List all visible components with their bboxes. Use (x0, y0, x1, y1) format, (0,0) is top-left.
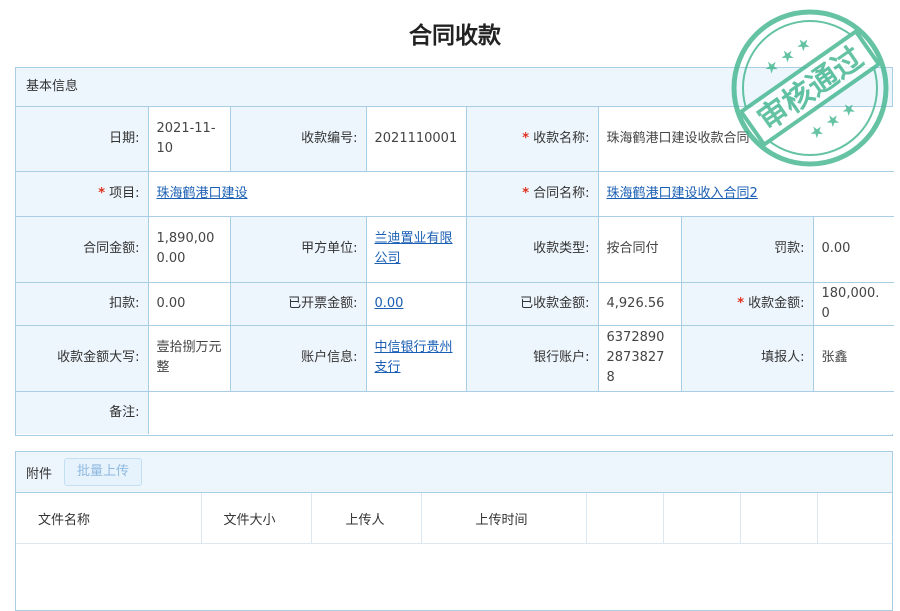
name-label-text: 收款名称: (533, 130, 590, 146)
column-empty (817, 493, 892, 544)
name-value: 珠海鹤港口建设收款合同 (597, 107, 894, 172)
date-label: 日期: (16, 107, 149, 172)
party-a-link[interactable]: 兰迪置业有限公司 (375, 231, 453, 266)
page-title: 合同收款 (409, 23, 501, 49)
received-label: 已收款金额: (465, 281, 599, 326)
collect-value: 180,000.0 (812, 281, 894, 326)
column-empty (663, 493, 741, 544)
contract-label-text: 合同名称: (533, 185, 590, 201)
column-upload-time[interactable]: 上传时间 (421, 493, 587, 544)
party-a-label: 甲方单位: (229, 215, 367, 283)
column-empty (740, 493, 818, 544)
column-uploader[interactable]: 上传人 (311, 493, 422, 544)
batch-upload-button[interactable]: 批量上传 (64, 458, 143, 486)
account-link[interactable]: 中信银行贵州支行 (375, 340, 453, 375)
invoiced-value: 0.00 (365, 281, 467, 326)
required-mark: * (522, 130, 530, 146)
remark-value (147, 390, 894, 434)
date-value: 2021-11-10 (147, 107, 231, 172)
code-value: 2021110001 (365, 107, 467, 172)
basic-info-panel: 基本信息 日期: 2021-11-10 收款编号: 2021110001 * 收款… (15, 67, 894, 436)
code-label: 收款编号: (229, 107, 367, 172)
project-link[interactable]: 珠海鹤港口建设 (157, 186, 248, 201)
received-value: 4,926.56 (597, 281, 682, 326)
bank-label: 银行账户: (465, 324, 599, 392)
upper-label: 收款金额大写: (16, 324, 149, 392)
project-label-text: 项目: (109, 185, 140, 201)
contract-value: 珠海鹤港口建设收入合同2 (597, 170, 894, 217)
contract-label: * 合同名称: (465, 170, 599, 217)
remark-label: 备注: (16, 390, 149, 434)
deduct-value: 0.00 (147, 281, 231, 326)
project-value: 珠海鹤港口建设 (147, 170, 467, 217)
column-file-name[interactable]: 文件名称 (16, 493, 202, 544)
name-label: * 收款名称: (465, 107, 599, 172)
party-a-value: 兰迪置业有限公司 (365, 215, 467, 283)
type-value: 按合同付 (597, 215, 682, 283)
collect-label: * 收款金额: (680, 281, 814, 326)
account-value: 中信银行贵州支行 (365, 324, 467, 392)
column-file-size[interactable]: 文件大小 (201, 493, 312, 544)
filler-label: 填报人: (680, 324, 814, 392)
project-label: * 项目: (16, 170, 149, 217)
required-mark: * (98, 185, 106, 201)
penalty-value: 0.00 (812, 215, 894, 283)
filler-value: 张鑫 (812, 324, 894, 392)
invoiced-label: 已开票金额: (229, 281, 367, 326)
attachment-panel: 附件 批量上传 文件名称 文件大小 上传人 上传时间 (15, 451, 893, 611)
deduct-label: 扣款: (16, 281, 149, 326)
amount-value: 1,890,000.00 (147, 215, 231, 283)
basic-info-table: 日期: 2021-11-10 收款编号: 2021110001 * 收款名称: 珠… (16, 107, 894, 434)
contract-link[interactable]: 珠海鹤港口建设收入合同2 (607, 186, 758, 201)
penalty-label: 罚款: (680, 215, 814, 283)
attachment-title: 附件 (26, 466, 53, 482)
type-label: 收款类型: (465, 215, 599, 283)
amount-label: 合同金额: (16, 215, 149, 283)
column-empty (586, 493, 664, 544)
attachment-table: 文件名称 文件大小 上传人 上传时间 (16, 493, 892, 544)
attachment-header: 附件 批量上传 (16, 452, 892, 493)
collect-label-text: 收款金额: (748, 295, 805, 311)
account-label: 账户信息: (229, 324, 367, 392)
invoiced-link[interactable]: 0.00 (375, 296, 404, 311)
required-mark: * (737, 295, 745, 311)
required-mark: * (522, 185, 530, 201)
bank-value: 637289028738278 (597, 324, 682, 392)
basic-info-header: 基本信息 (16, 68, 892, 107)
upper-value: 壹拾捌万元整 (147, 324, 231, 392)
